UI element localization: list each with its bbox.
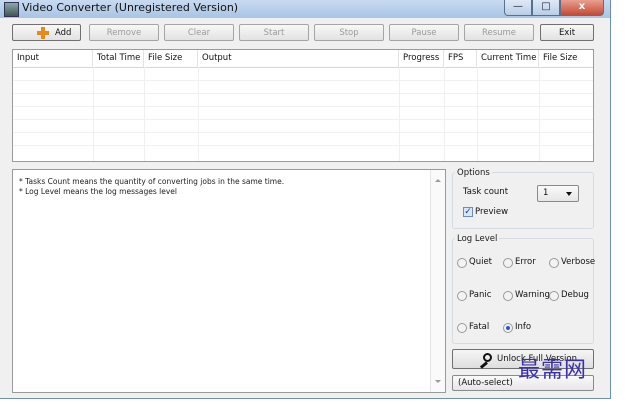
close-button[interactable]: x <box>560 0 604 16</box>
jobs-table-header: Input Total Time File Size Output Progre… <box>13 50 593 68</box>
add-button-label: Add <box>55 28 72 38</box>
task-count-value: 1 <box>543 188 549 198</box>
radio-info-label: Info <box>515 322 532 332</box>
log-line: * Tasks Count means the quantity of conv… <box>19 177 285 186</box>
task-count-label: Task count <box>463 187 509 197</box>
column-divider <box>399 67 400 161</box>
radio-fatal-label: Fatal <box>469 322 490 332</box>
log-scrollbar[interactable] <box>430 170 445 392</box>
radio-verbose[interactable] <box>549 258 559 268</box>
row-divider <box>13 145 593 146</box>
radio-fatal[interactable] <box>457 323 467 333</box>
radio-quiet-label: Quiet <box>469 257 493 267</box>
radio-warning-label: Warning <box>515 290 550 300</box>
column-divider <box>144 67 145 161</box>
preview-checkbox[interactable]: ✓ <box>463 207 473 217</box>
radio-error-label: Error <box>515 257 536 267</box>
jobs-table[interactable]: Input Total Time File Size Output Progre… <box>12 49 594 162</box>
chevron-down-icon <box>566 192 572 196</box>
log-level-group: Log Level Quiet Error Verbose Panic Warn… <box>452 234 596 344</box>
options-group: Options Task count 1 ✓ Preview <box>452 168 594 229</box>
exit-button[interactable]: Exit <box>540 24 594 41</box>
radio-debug-label: Debug <box>561 290 589 300</box>
column-input[interactable]: Input <box>13 50 93 67</box>
preview-label: Preview <box>475 207 509 217</box>
column-divider <box>477 67 478 161</box>
radio-error[interactable] <box>503 258 513 268</box>
column-progress[interactable]: Progress <box>399 50 444 67</box>
column-divider <box>444 67 445 161</box>
row-divider <box>13 132 593 133</box>
pause-button[interactable]: Pause <box>389 24 459 41</box>
row-divider <box>13 119 593 120</box>
row-divider <box>13 93 593 94</box>
stop-button[interactable]: Stop <box>314 24 384 41</box>
minimize-button[interactable]: — <box>504 0 532 16</box>
column-output[interactable]: Output <box>198 50 399 67</box>
app-icon <box>4 2 19 17</box>
scroll-up-icon[interactable] <box>435 179 441 182</box>
radio-warning[interactable] <box>503 291 513 301</box>
add-button[interactable]: Add <box>12 24 81 41</box>
window-title: Video Converter (Unregistered Version) <box>22 1 239 14</box>
column-divider <box>198 67 199 161</box>
radio-debug[interactable] <box>549 291 559 301</box>
title-bar[interactable]: Video Converter (Unregistered Version) —… <box>0 0 610 18</box>
scroll-down-icon[interactable] <box>435 380 441 383</box>
add-icon <box>37 27 49 39</box>
log-line: * Log Level means the log messages level <box>19 187 177 196</box>
start-button[interactable]: Start <box>239 24 309 41</box>
column-divider <box>93 67 94 161</box>
column-fps[interactable]: FPS <box>444 50 477 67</box>
window-controls: — □ x <box>504 0 604 17</box>
column-current-time[interactable]: Current Time <box>477 50 539 67</box>
codec-select-value: (Auto-select) <box>458 378 513 388</box>
column-file-size[interactable]: File Size <box>144 50 198 67</box>
column-output-file-size[interactable]: File Size <box>539 50 593 67</box>
watermark-text: 最需网 <box>518 358 588 383</box>
row-divider <box>13 106 593 107</box>
remove-button[interactable]: Remove <box>89 24 159 41</box>
column-total-time[interactable]: Total Time <box>93 50 144 67</box>
log-level-group-label: Log Level <box>455 234 500 244</box>
app-window: Video Converter (Unregistered Version) —… <box>0 0 611 399</box>
radio-quiet[interactable] <box>457 258 467 268</box>
row-divider <box>13 80 593 81</box>
key-icon <box>479 353 492 369</box>
resume-button[interactable]: Resume <box>464 24 534 41</box>
radio-panic[interactable] <box>457 291 467 301</box>
clear-button[interactable]: Clear <box>164 24 234 41</box>
log-textbox[interactable]: * Tasks Count means the quantity of conv… <box>12 169 446 393</box>
maximize-button[interactable]: □ <box>532 0 560 16</box>
toolbar: Add Remove Clear Start Stop Pause Resume… <box>12 24 594 42</box>
radio-panic-label: Panic <box>469 290 492 300</box>
task-count-select[interactable]: 1 <box>537 185 579 202</box>
options-group-label: Options <box>455 168 492 178</box>
column-divider <box>539 67 540 161</box>
radio-info[interactable] <box>503 323 513 333</box>
radio-verbose-label: Verbose <box>561 257 596 267</box>
